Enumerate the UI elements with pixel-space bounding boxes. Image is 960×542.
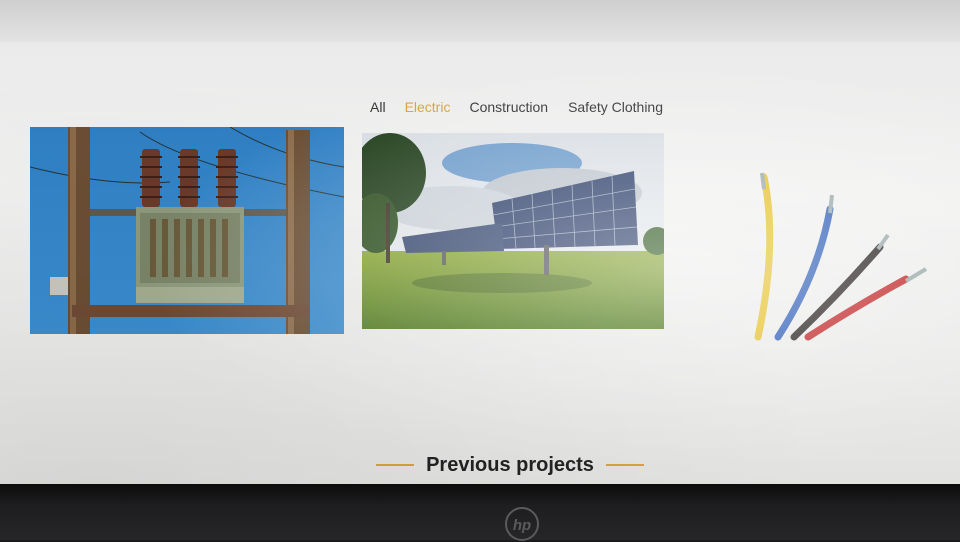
hp-logo-icon: hp [505,507,539,541]
solar-panel-image [362,133,664,329]
header-band [0,0,960,42]
filter-safety-clothing[interactable]: Safety Clothing [568,98,663,116]
gallery-item-electric-wires[interactable] [748,165,936,345]
filter-electric[interactable]: Electric [405,98,451,116]
transformer-image [30,127,344,334]
portfolio-filter-bar: All Electric Construction Safety Clothin… [370,98,663,116]
heading-rule-right [605,464,644,466]
svg-text:hp: hp [513,517,531,534]
gallery-item-solar-panels[interactable] [362,133,664,329]
previous-projects-heading: Previous projects [372,452,648,478]
filter-all[interactable]: All [370,98,386,116]
heading-rule-left [376,464,415,466]
monitor-screen: All Electric Construction Safety Clothin… [0,0,960,484]
electric-wires-image [754,172,928,341]
gallery-item-transformer[interactable] [30,127,344,334]
filter-construction[interactable]: Construction [469,98,548,116]
monitor-bezel [0,484,960,540]
section-title: Previous projects [426,453,594,476]
